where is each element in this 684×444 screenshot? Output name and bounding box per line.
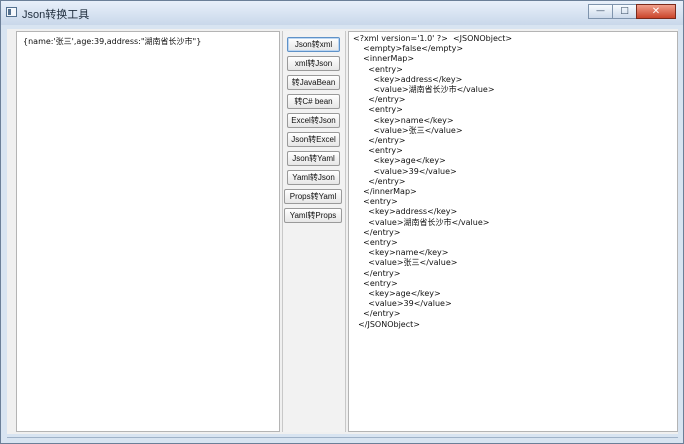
window-bottom-border xyxy=(7,437,678,438)
output-line: <value>湖南省长沙市</value> xyxy=(353,217,490,227)
output-line: <innerMap> xyxy=(353,54,415,64)
output-line: <empty>false</empty> xyxy=(353,44,464,54)
output-line: </entry> xyxy=(353,268,401,278)
title-bar[interactable]: Json转换工具 — □ ✕ xyxy=(1,1,683,25)
output-line: </innerMap> xyxy=(353,187,417,197)
output-line: </entry> xyxy=(353,136,406,146)
json-to-yaml-button[interactable]: Json转Yaml xyxy=(287,151,340,166)
output-line: <key>age</key> xyxy=(353,156,446,166)
minimize-icon[interactable]: — xyxy=(588,4,612,19)
app-window: Json转换工具 — □ ✕ {name:'张三',age:39,address… xyxy=(0,0,684,444)
output-textarea[interactable]: <?xml version='1.0' ?> <JSONObject> <emp… xyxy=(348,31,678,432)
main-content: {name:'张三',age:39,address:"湖南省长沙市"} Json… xyxy=(7,29,678,434)
output-line: <value>张三</value> xyxy=(353,125,463,135)
output-line: <value>39</value> xyxy=(353,299,452,309)
output-line: <key>name</key> xyxy=(353,115,454,125)
output-line: </entry> xyxy=(353,227,401,237)
output-line: <entry> xyxy=(353,146,403,156)
to-csharp-bean-button[interactable]: 转C# bean xyxy=(287,94,340,109)
output-line: <entry> xyxy=(353,278,398,288)
window-title: Json转换工具 xyxy=(22,9,90,21)
input-text: {name:'张三',age:39,address:"湖南省长沙市"} xyxy=(23,37,202,46)
json-input-textarea[interactable]: {name:'张三',age:39,address:"湖南省长沙市"} xyxy=(16,31,280,432)
output-line: <entry> xyxy=(353,64,403,74)
output-line: <key>age</key> xyxy=(353,289,441,299)
output-line: <entry> xyxy=(353,105,403,115)
xml-to-json-button[interactable]: xml转Json xyxy=(287,56,340,71)
output-line: <value>湖南省长沙市</value> xyxy=(353,85,495,95)
output-line: <entry> xyxy=(353,238,398,248)
output-line: </JSONObject> xyxy=(353,319,420,329)
output-line: </entry> xyxy=(353,95,406,105)
app-icon xyxy=(6,7,17,17)
yaml-to-props-button[interactable]: Yaml转Props xyxy=(284,208,342,223)
json-to-xml-button[interactable]: Json转xml xyxy=(287,37,340,52)
output-line: <entry> xyxy=(353,197,398,207)
excel-to-json-button[interactable]: Excel转Json xyxy=(287,113,340,128)
json-to-excel-button[interactable]: Json转Excel xyxy=(287,132,340,147)
output-line: <?xml version='1.0' ?> <JSONObject> xyxy=(353,34,513,43)
xml-output: <?xml version='1.0' ?> <JSONObject> <emp… xyxy=(353,34,512,330)
button-panel: Json转xml xml转Json 转JavaBean 转C# bean Exc… xyxy=(282,31,346,432)
output-line: <key>address</key> xyxy=(353,207,458,217)
yaml-to-json-button[interactable]: Yaml转Json xyxy=(287,170,340,185)
output-line: </entry> xyxy=(353,309,401,319)
output-line: <key>address</key> xyxy=(353,74,463,84)
output-line: <value>39</value> xyxy=(353,166,457,176)
window-controls: — □ ✕ xyxy=(588,4,676,20)
close-icon[interactable]: ✕ xyxy=(636,4,676,19)
output-line: <value>张三</value> xyxy=(353,258,458,268)
output-line: <key>name</key> xyxy=(353,248,449,258)
to-javabean-button[interactable]: 转JavaBean xyxy=(287,75,340,90)
props-to-yaml-button[interactable]: Props转Yaml xyxy=(284,189,342,204)
maximize-icon[interactable]: □ xyxy=(612,4,636,19)
output-line: </entry> xyxy=(353,176,406,186)
